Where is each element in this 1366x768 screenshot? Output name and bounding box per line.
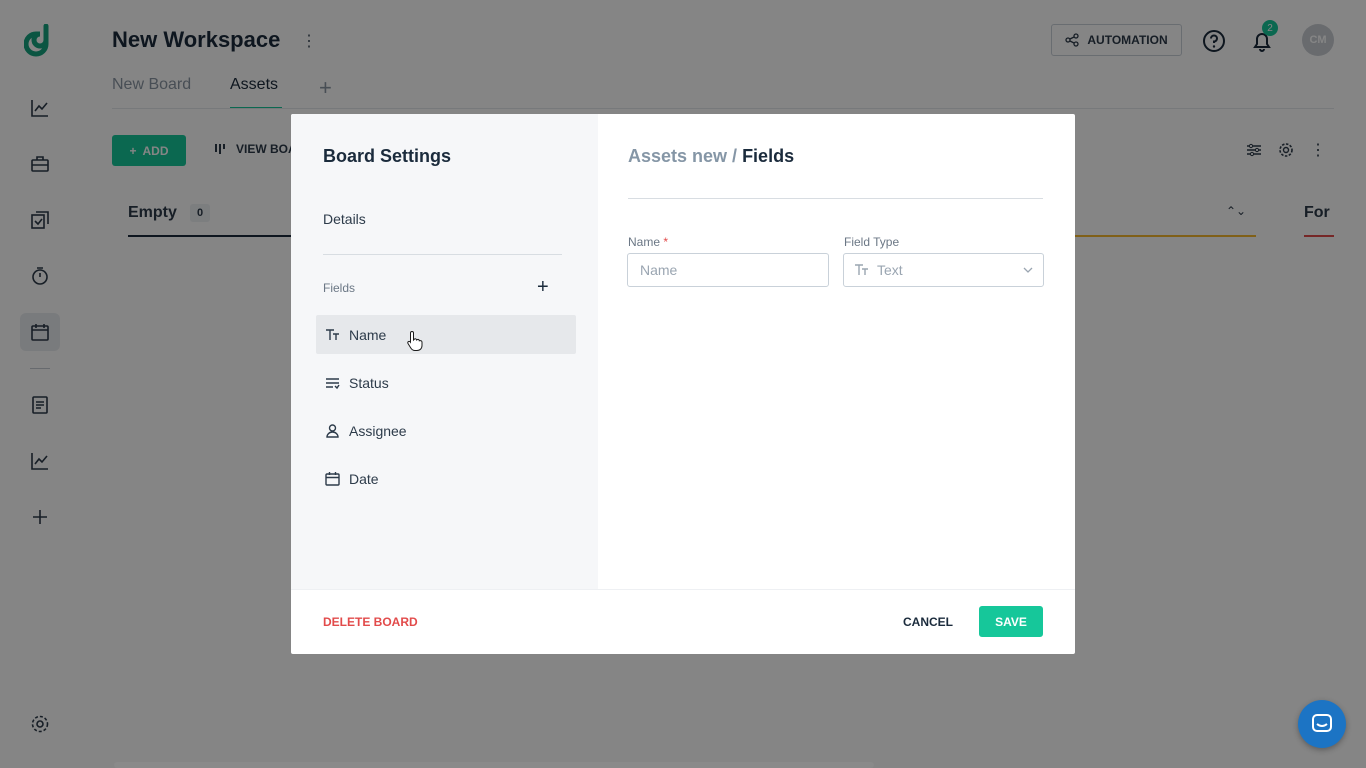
chat-support-button[interactable] xyxy=(1298,700,1346,748)
board-settings-modal: Board Settings Details Fields + Name Sta… xyxy=(291,114,1075,654)
modal-title: Board Settings xyxy=(323,146,452,166)
details-nav-item[interactable]: Details xyxy=(323,211,366,227)
field-label: Assignee xyxy=(349,422,407,439)
text-type-icon xyxy=(326,328,339,340)
field-label: Name xyxy=(349,326,387,343)
save-button[interactable]: SAVE xyxy=(979,606,1043,637)
settings-sidebar: Board Settings Details Fields + Name Sta… xyxy=(291,114,598,589)
field-label: Status xyxy=(349,374,389,391)
field-type-select[interactable]: Text xyxy=(843,253,1044,287)
delete-board-button[interactable]: DELETE BOARD xyxy=(323,615,418,629)
cancel-button[interactable]: CANCEL xyxy=(903,615,953,629)
footer-divider xyxy=(291,589,1075,590)
sidebar-divider xyxy=(323,254,562,255)
name-label-text: Name xyxy=(628,235,661,249)
chat-icon xyxy=(1312,714,1332,732)
field-type-label: Field Type xyxy=(844,235,900,249)
breadcrumb: Assets new / Fields xyxy=(628,146,794,167)
fields-section-label: Fields xyxy=(323,281,356,295)
required-asterisk: * xyxy=(663,235,669,249)
content-divider xyxy=(628,198,1043,199)
hand-cursor-icon xyxy=(407,330,423,351)
name-field-label: Name * xyxy=(628,235,668,249)
text-type-icon xyxy=(855,264,868,275)
name-input[interactable] xyxy=(627,253,829,287)
horizontal-scrollbar[interactable] xyxy=(114,762,874,768)
breadcrumb-parent[interactable]: Assets new / xyxy=(628,146,737,166)
calendar-icon xyxy=(325,472,340,486)
status-list-icon xyxy=(326,377,340,389)
field-item-assignee[interactable]: Assignee xyxy=(316,411,576,450)
field-item-date[interactable]: Date xyxy=(316,459,576,498)
user-icon xyxy=(326,424,339,438)
add-field-icon[interactable]: + xyxy=(537,277,549,297)
field-item-status[interactable]: Status xyxy=(316,363,576,402)
breadcrumb-current: Fields xyxy=(742,146,795,166)
field-type-value: Text xyxy=(877,262,903,278)
field-label: Date xyxy=(349,470,379,487)
chevron-down-icon xyxy=(1023,267,1033,273)
field-item-name[interactable]: Name xyxy=(316,315,576,354)
